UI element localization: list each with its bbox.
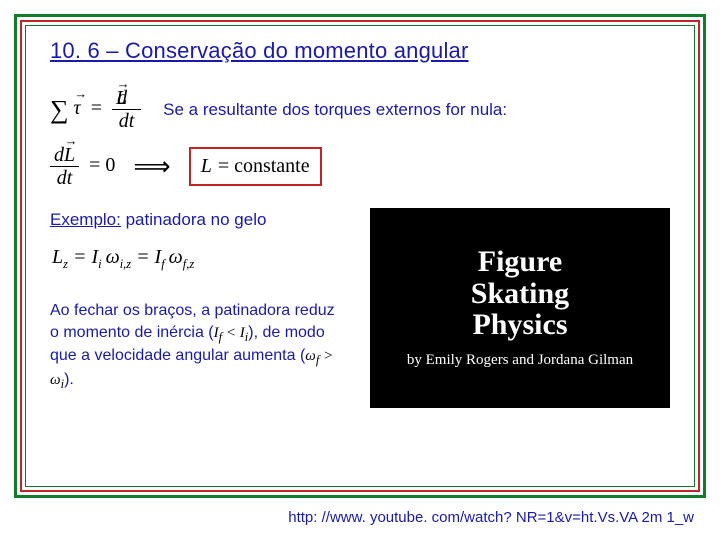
video-thumbnail[interactable]: Figure Skating Physics by Emily Rogers a… [370,208,670,408]
video-title-line1: Figure [471,246,569,278]
implies-arrow: ⟹ [133,152,170,182]
eq-sum-torque: ∑ τ = Ld dt [50,88,141,131]
fraction-dL-dt: Ld dt [112,88,141,131]
null-torque-statement: Se a resultante dos torques externos for… [163,100,507,120]
eq-angular-momentum-conservation: Lz = Ii ωi,z = If ωf,z [52,246,352,272]
equation-row-2: dL dt = 0 ⟹ L = constante [50,145,670,188]
sigma-symbol: ∑ [50,95,69,124]
inertia-inequality: If < Ii [214,325,249,341]
equals-sign: = [91,97,102,119]
tau-vector: τ [74,97,81,120]
example-prefix: Exemplo: [50,210,121,229]
equals-zero: = 0 [89,154,115,176]
explanation-paragraph: Ao fechar os braços, a patinadora reduz … [50,300,340,393]
slide-body: 10. 6 – Conservação do momento angular ∑… [25,25,695,487]
left-column: Lz = Ii ωi,z = If ωf,z Ao fechar os braç… [50,242,352,408]
para-part3: ). [64,371,74,388]
lower-row: Lz = Ii ωi,z = If ωf,z Ao fechar os braç… [50,242,670,408]
footer-url[interactable]: http: //www. youtube. com/watch? NR=1&v=… [288,509,694,526]
slide-title: 10. 6 – Conservação do momento angular [50,38,670,64]
equals-constant: = constante [218,155,310,178]
constant-L-box: L = constante [189,147,322,186]
L-vector: L [201,155,212,178]
video-title-line2: Skating [471,278,569,310]
video-title: Figure Skating Physics [471,246,569,341]
example-desc: patinadora no gelo [121,210,267,229]
video-title-line3: Physics [471,309,569,341]
equation-row-1: ∑ τ = Ld dt Se a resultante dos torques … [50,88,670,131]
video-credit: by Emily Rogers and Jordana Gilman [407,351,633,371]
eq-dL-dt-zero: dL dt = 0 [50,145,115,188]
